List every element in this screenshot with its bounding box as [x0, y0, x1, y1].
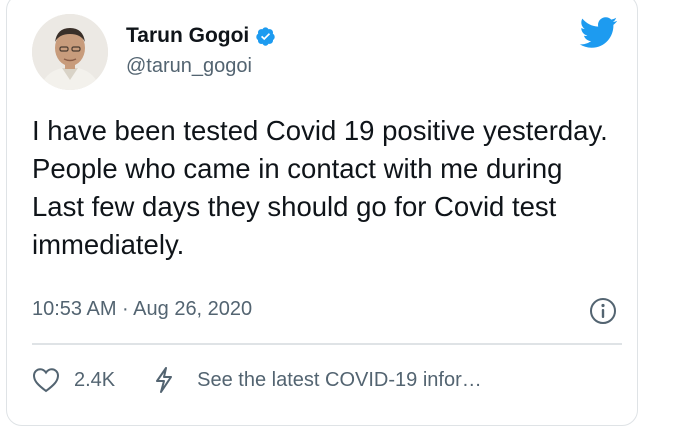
- verified-badge-icon: [255, 26, 276, 47]
- lightning-bolt-icon: [156, 367, 173, 393]
- like-button[interactable]: 2.4K: [32, 367, 115, 393]
- like-count: 2.4K: [74, 368, 116, 391]
- avatar[interactable]: [32, 14, 108, 90]
- author-name[interactable]: Tarun Gogoi: [126, 24, 276, 48]
- author-display-name: Tarun Gogoi: [126, 24, 250, 47]
- info-icon[interactable]: [589, 297, 617, 325]
- covid-info-link[interactable]: See the latest COVID-19 infor…: [153, 366, 482, 394]
- tweet-card: Tarun Gogoi @tarun_gogoi I have been tes…: [6, 0, 638, 426]
- heart-icon: [32, 368, 60, 393]
- tweet-text: I have been tested Covid 19 positive yes…: [32, 115, 608, 260]
- tweet-actions: 2.4K See the latest COVID-19 infor…: [32, 365, 482, 395]
- author-handle[interactable]: @tarun_gogoi: [126, 55, 252, 78]
- profile-photo-icon: [32, 14, 108, 90]
- tweet-timestamp[interactable]: 10:53 AM · Aug 26, 2020: [32, 298, 252, 321]
- covid-link-label: See the latest COVID-19 infor…: [197, 368, 482, 391]
- divider: [32, 343, 622, 345]
- twitter-bird-icon[interactable]: [578, 16, 618, 49]
